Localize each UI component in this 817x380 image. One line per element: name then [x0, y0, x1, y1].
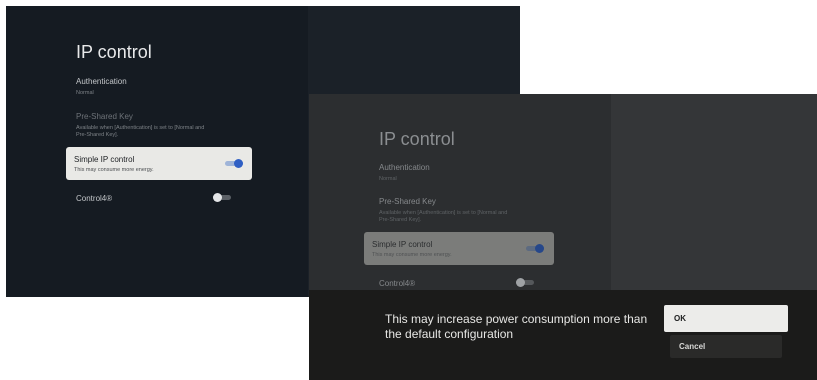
- pre-shared-key-desc-line1: Available when [Authentication] is set t…: [379, 210, 508, 216]
- toggle-knob: [535, 244, 544, 253]
- simple-ip-control-item: Simple IP control This may consume more …: [364, 232, 554, 265]
- authentication-value: Normal: [76, 90, 94, 96]
- simple-ip-control-desc: This may consume more energy.: [372, 252, 452, 258]
- page-title: IP control: [379, 129, 455, 149]
- page-title: IP control: [76, 42, 152, 62]
- toggle-knob: [213, 193, 222, 202]
- pre-shared-key-desc-line2: Pre-Shared Key].: [76, 132, 119, 138]
- authentication-label: Authentication: [76, 77, 127, 86]
- ok-button[interactable]: OK: [664, 305, 788, 332]
- pre-shared-key-desc-line2: Pre-Shared Key].: [379, 217, 422, 223]
- pre-shared-key-label: Pre-Shared Key: [76, 112, 133, 121]
- cancel-button[interactable]: Cancel: [670, 335, 782, 358]
- pre-shared-key-label: Pre-Shared Key: [379, 197, 436, 206]
- simple-ip-control-item[interactable]: Simple IP control This may consume more …: [66, 147, 252, 180]
- authentication-label: Authentication: [379, 163, 430, 172]
- settings-panel: IP control Authentication Normal Pre-Sha…: [6, 6, 308, 297]
- toggle-knob: [516, 278, 525, 287]
- control4-toggle: [516, 278, 534, 287]
- control4-toggle[interactable]: [213, 193, 231, 202]
- simple-ip-control-label: Simple IP control: [74, 155, 135, 164]
- pre-shared-key-desc-line1: Available when [Authentication] is set t…: [76, 125, 205, 131]
- toggle-knob: [234, 159, 243, 168]
- dialog-message: This may increase power consumption more…: [385, 312, 648, 341]
- confirmation-dialog: This may increase power consumption more…: [309, 290, 817, 380]
- control4-label: Control4®: [76, 194, 113, 203]
- settings-screen-with-dialog: IP control Authentication Normal Pre-Sha…: [309, 94, 817, 380]
- simple-ip-control-toggle: [526, 244, 544, 253]
- simple-ip-control-toggle[interactable]: [225, 159, 243, 168]
- authentication-value: Normal: [379, 176, 397, 182]
- simple-ip-control-label: Simple IP control: [372, 240, 433, 249]
- simple-ip-control-desc: This may consume more energy.: [74, 167, 154, 173]
- control4-label: Control4®: [379, 279, 416, 288]
